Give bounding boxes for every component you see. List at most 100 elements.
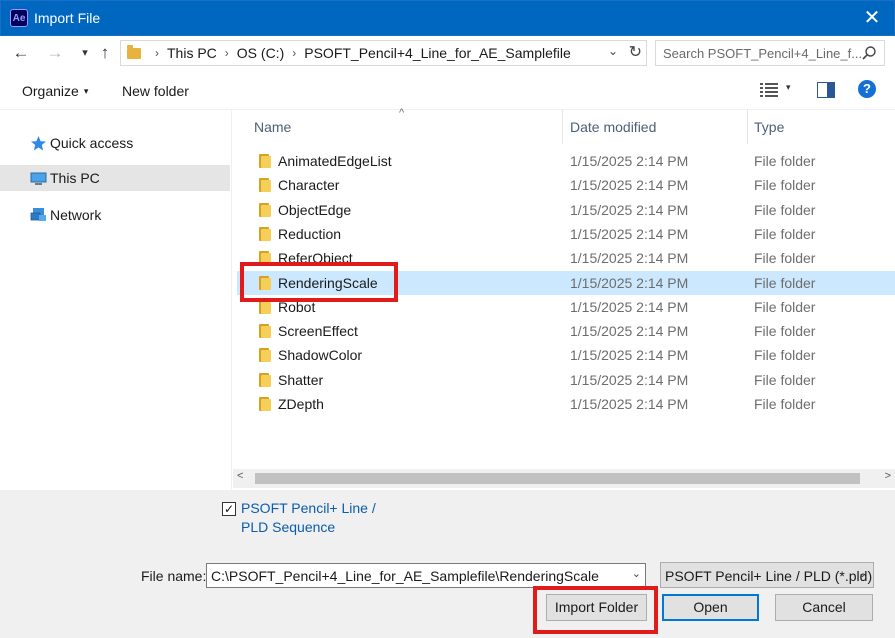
breadcrumb-this-pc[interactable]: This PC <box>167 45 217 61</box>
file-type-value: PSOFT Pencil+ Line / PLD (*.pld) <box>665 568 873 584</box>
column-divider[interactable] <box>747 110 748 144</box>
network-icon <box>30 207 46 221</box>
search-placeholder: Search PSOFT_Pencil+4_Line_f... <box>663 46 863 61</box>
after-effects-app-icon: Ae <box>10 9 28 27</box>
file-name: RenderingScale <box>278 274 378 291</box>
open-button[interactable]: Open <box>662 594 759 621</box>
file-row[interactable]: ReferObject 1/15/2025 2:14 PM File folder <box>237 246 895 270</box>
view-dropdown-caret-icon[interactable]: ▾ <box>786 82 791 93</box>
scroll-right-icon[interactable]: > <box>885 470 891 482</box>
folder-icon <box>257 348 271 363</box>
file-type: File folder <box>754 396 816 412</box>
column-header-name[interactable]: Name <box>254 110 291 144</box>
breadcrumb-sample-folder[interactable]: PSOFT_Pencil+4_Line_for_AE_Samplefile <box>304 45 571 61</box>
file-row[interactable]: Robot 1/15/2025 2:14 PM File folder <box>237 295 895 319</box>
breadcrumb-separator[interactable]: › <box>225 46 229 60</box>
file-row[interactable]: AnimatedEdgeList 1/15/2025 2:14 PM File fo… <box>237 149 895 173</box>
file-type: File folder <box>754 347 816 364</box>
file-date-modified: 1/15/2025 2:14 PM <box>570 298 689 315</box>
import-folder-button[interactable]: Import Folder <box>546 594 647 621</box>
folder-icon <box>257 202 271 217</box>
file-type: File folder <box>754 250 816 267</box>
file-name-field[interactable]: C:\PSOFT_Pencil+4_Line_for_AE_Samplefile… <box>206 563 646 588</box>
breadcrumb-os-c[interactable]: OS (C:) <box>237 45 284 61</box>
folder-icon <box>257 154 271 168</box>
file-name: Robot <box>278 298 316 315</box>
search-input[interactable]: Search PSOFT_Pencil+4_Line_f... <box>655 40 885 66</box>
new-folder-button[interactable]: New folder <box>122 83 189 99</box>
address-bar[interactable]: › This PC › OS (C:) › PSOFT_Pencil+4_Lin… <box>120 40 647 66</box>
computer-icon <box>30 172 47 185</box>
help-icon[interactable]: ? <box>858 80 876 98</box>
organize-button[interactable]: Organize ▾ <box>22 83 88 99</box>
recent-locations-button[interactable]: ▾ <box>74 42 96 64</box>
scrollbar-thumb[interactable] <box>255 473 860 484</box>
file-type: File folder <box>754 298 816 315</box>
file-row[interactable]: ZDepth 1/15/2025 2:14 PM File folder <box>237 392 895 416</box>
file-list: ^ Name Date modified Type AnimatedEdgeLi… <box>233 107 895 490</box>
up-button[interactable]: ↑ <box>94 42 116 64</box>
file-type: File folder <box>754 225 816 242</box>
file-row[interactable]: RenderingScale 1/15/2025 2:14 PM File fold… <box>237 270 895 295</box>
file-date-modified: 1/15/2025 2:14 PM <box>570 201 689 218</box>
chevron-down-icon: ⌄ <box>857 568 867 580</box>
file-name: AnimatedEdgeList <box>278 153 392 169</box>
sequence-checkbox-label[interactable]: PSOFT Pencil+ Line / PLD Sequence <box>241 499 391 537</box>
chevron-down-icon[interactable]: ⌄ <box>632 567 641 580</box>
command-bar: Organize ▾ New folder ▾ ? <box>0 72 895 110</box>
close-button[interactable]: ✕ <box>860 7 884 31</box>
sidebar-item-label: Quick access <box>50 135 134 151</box>
sidebar-item-network[interactable]: Network <box>0 202 230 228</box>
breadcrumb-separator[interactable]: › <box>155 46 159 60</box>
sidebar-item-label: Network <box>50 207 102 223</box>
forward-button[interactable]: → <box>44 42 66 64</box>
chevron-down-icon[interactable]: ⌄ <box>608 44 618 58</box>
file-row[interactable]: Character 1/15/2025 2:14 PM File folder <box>237 173 895 197</box>
column-divider[interactable] <box>562 110 563 144</box>
sequence-checkbox[interactable]: ✓ <box>222 502 236 516</box>
view-options-icon[interactable] <box>760 82 778 98</box>
dialog-footer: ✓ PSOFT Pencil+ Line / PLD Sequence File … <box>0 490 895 638</box>
file-date-modified: 1/15/2025 2:14 PM <box>570 274 689 291</box>
sidebar-item-quick-access[interactable]: Quick access <box>0 130 230 156</box>
title-bar: Ae Import File ✕ <box>0 0 895 36</box>
search-icon <box>862 46 876 60</box>
file-name: Shatter <box>278 371 324 388</box>
star-icon <box>31 135 46 150</box>
column-header-type[interactable]: Type <box>754 110 784 144</box>
file-date-modified: 1/15/2025 2:14 PM <box>570 371 689 388</box>
file-date-modified: 1/15/2025 2:14 PM <box>570 225 689 242</box>
file-row[interactable]: ObjectEdge 1/15/2025 2:14 PM File folder <box>237 198 895 222</box>
refresh-icon[interactable]: ↻ <box>629 42 642 62</box>
folder-icon <box>257 299 271 314</box>
file-date-modified: 1/15/2025 2:14 PM <box>570 323 689 340</box>
file-row[interactable]: Shatter 1/15/2025 2:14 PM File folder <box>237 368 895 392</box>
file-row[interactable]: ScreenEffect 1/15/2025 2:14 PM File folder <box>237 319 895 343</box>
navigation-pane: Quick access This PC Network <box>0 110 232 490</box>
file-name-label: File name: <box>141 568 207 584</box>
file-row[interactable]: Reduction 1/15/2025 2:14 PM File folder <box>237 222 895 246</box>
sidebar-item-label: This PC <box>50 170 100 186</box>
scroll-left-icon[interactable]: < <box>237 470 243 482</box>
preview-pane-icon[interactable] <box>817 82 835 98</box>
file-type: File folder <box>754 153 816 169</box>
sort-ascending-icon: ^ <box>399 107 405 119</box>
file-name: Reduction <box>278 225 342 242</box>
folder-icon <box>127 44 141 59</box>
caret-down-icon: ▾ <box>83 86 89 96</box>
file-name: Character <box>278 177 340 194</box>
breadcrumb-separator[interactable]: › <box>292 46 296 60</box>
file-name: ObjectEdge <box>278 201 352 218</box>
sidebar-item-this-pc[interactable]: This PC <box>0 165 230 191</box>
folder-icon <box>257 397 271 411</box>
horizontal-scrollbar[interactable]: < > <box>233 469 895 488</box>
file-type: File folder <box>754 274 816 291</box>
back-button[interactable]: ← <box>10 42 32 64</box>
file-date-modified: 1/15/2025 2:14 PM <box>570 153 689 169</box>
file-name: ZDepth <box>278 396 324 412</box>
column-header-date-modified[interactable]: Date modified <box>570 110 656 144</box>
cancel-button[interactable]: Cancel <box>775 594 873 621</box>
file-row[interactable]: ShadowColor 1/15/2025 2:14 PM File folder <box>237 343 895 367</box>
file-type-select[interactable]: PSOFT Pencil+ Line / PLD (*.pld) ⌄ <box>660 562 874 588</box>
file-date-modified: 1/15/2025 2:14 PM <box>570 347 689 364</box>
